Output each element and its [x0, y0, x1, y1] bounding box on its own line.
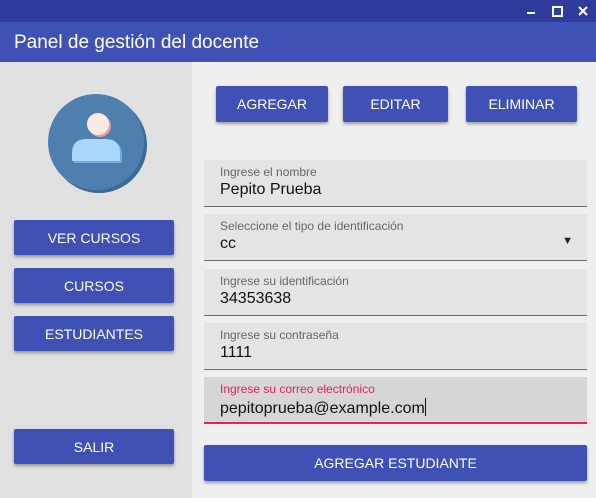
window-titlebar [0, 0, 596, 22]
id-type-label: Seleccione el tipo de identificación [220, 219, 404, 233]
password-value: 1111 [220, 344, 253, 361]
window-controls [518, 0, 596, 22]
add-student-button[interactable]: AGREGAR ESTUDIANTE [204, 445, 587, 481]
minimize-icon[interactable] [518, 0, 544, 22]
id-number-label: Ingrese su identificación [220, 274, 349, 288]
id-number-field[interactable]: Ingrese su identificación 34353638 [204, 269, 587, 316]
text-caret [424, 398, 426, 416]
triangle-down-icon[interactable]: ▼ [562, 235, 573, 247]
name-field-value: Pepito Prueba [220, 181, 322, 198]
maximize-icon[interactable] [544, 0, 570, 22]
view-courses-button[interactable]: VER CURSOS [14, 220, 174, 255]
page-title: Panel de gestión del docente [14, 32, 260, 53]
sidebar: VER CURSOS CURSOS ESTUDIANTES SALIR [0, 62, 192, 498]
close-icon[interactable] [570, 0, 596, 22]
password-label: Ingrese su contraseña [220, 328, 339, 342]
exit-button[interactable]: SALIR [14, 429, 174, 464]
add-button[interactable]: AGREGAR [216, 86, 328, 122]
email-field[interactable]: Ingrese su correo electrónico pepitoprue… [204, 377, 587, 424]
id-number-value: 34353638 [220, 290, 292, 307]
app-header: Panel de gestión del docente [0, 22, 596, 62]
students-button[interactable]: ESTUDIANTES [14, 316, 174, 351]
name-field[interactable]: Ingrese el nombre Pepito Prueba [204, 160, 587, 207]
edit-button[interactable]: EDITAR [343, 86, 448, 122]
id-type-value: cc [220, 235, 236, 252]
email-value: pepitoprueba@example.com [220, 400, 425, 417]
delete-button[interactable]: ELIMINAR [466, 86, 577, 122]
email-label: Ingrese su correo electrónico [220, 382, 375, 396]
courses-button[interactable]: CURSOS [14, 268, 174, 303]
password-field[interactable]: Ingrese su contraseña 1111 [204, 323, 587, 370]
user-avatar-icon [47, 93, 147, 193]
email-input-wrap: pepitoprueba@example.com [220, 398, 426, 418]
name-field-label: Ingrese el nombre [220, 165, 317, 179]
id-type-select[interactable]: Seleccione el tipo de identificación cc … [204, 214, 587, 261]
